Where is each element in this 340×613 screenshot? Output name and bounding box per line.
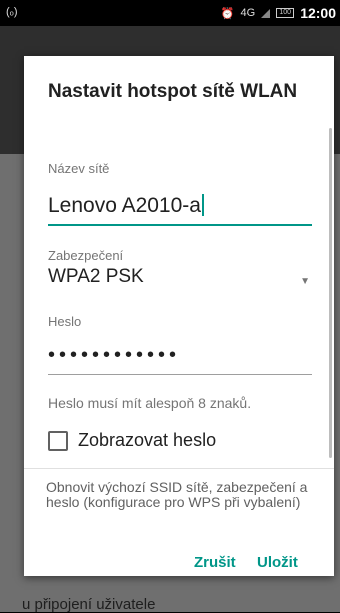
ssid-underline: [48, 224, 312, 226]
alarm-icon: ⏰: [220, 7, 235, 20]
show-password-checkbox[interactable]: [48, 430, 68, 451]
password-input[interactable]: ••••••••••••: [48, 344, 180, 367]
ssid-label: Název sítě: [48, 161, 110, 176]
show-password-row[interactable]: Zobrazovat heslo: [48, 430, 216, 451]
ssid-input[interactable]: Lenovo A2010-a: [48, 194, 204, 218]
reset-defaults-link[interactable]: Obnovit výchozí SSID sítě, zabezpečení a…: [46, 480, 316, 524]
battery-icon: 100: [276, 8, 295, 18]
save-button[interactable]: Uložit: [257, 554, 298, 571]
hotspot-icon: (ₒ): [6, 6, 18, 18]
security-label: Zabezpečení: [48, 248, 124, 263]
text-cursor: [201, 194, 204, 216]
background-text: u připojení uživatele: [22, 596, 156, 613]
hotspot-dialog: Nastavit hotspot sítě WLAN Název sítě Le…: [24, 56, 334, 576]
show-password-label: Zobrazovat heslo: [78, 430, 217, 450]
divider: [24, 468, 334, 469]
clock: 12:00: [300, 5, 336, 21]
dropdown-arrow-icon[interactable]: ▼: [300, 276, 310, 287]
network-type-icon: 4G: [240, 7, 256, 19]
security-dropdown[interactable]: WPA2 PSK: [48, 266, 312, 288]
cancel-button[interactable]: Zrušit: [194, 554, 236, 571]
status-icons: ⏰ 4G 100 12:00: [221, 5, 336, 21]
status-bar: (ₒ) ⏰ 4G 100 12:00: [0, 0, 340, 26]
password-underline: [48, 374, 312, 375]
signal-icon: [261, 8, 271, 18]
password-label: Heslo: [48, 314, 82, 329]
password-hint: Heslo musí mít alespoň 8 znaků.: [48, 395, 252, 411]
security-value: WPA2 PSK: [48, 266, 144, 287]
scrollbar[interactable]: [329, 128, 332, 458]
dialog-title: Nastavit hotspot sítě WLAN: [48, 81, 298, 102]
ssid-value: Lenovo A2010-a: [48, 194, 201, 217]
